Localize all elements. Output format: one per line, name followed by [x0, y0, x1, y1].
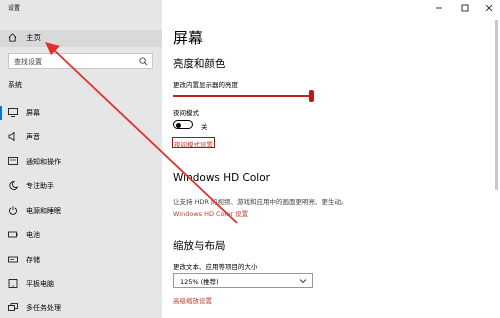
night-light-label: 夜间模式: [173, 109, 199, 117]
close-icon[interactable]: [481, 2, 497, 14]
tablet-icon: [8, 279, 18, 288]
sidebar-item-sound[interactable]: 声音: [0, 128, 162, 146]
sidebar-item-storage[interactable]: 存储: [0, 251, 162, 269]
sidebar-item-label: 专注助手: [26, 182, 54, 190]
brightness-heading: 亮度和颜色: [173, 58, 226, 70]
sidebar-item-home[interactable]: 主页: [0, 30, 162, 47]
sidebar-item-multitasking[interactable]: 多任务处理: [0, 299, 162, 317]
battery-icon: [8, 231, 18, 238]
sidebar-item-display[interactable]: 屏幕: [0, 104, 162, 122]
app-title: 设置: [8, 5, 21, 12]
chevron-down-icon: [299, 279, 307, 284]
brightness-slider-thumb[interactable]: [309, 90, 314, 102]
sidebar-item-power-sleep[interactable]: 电源和睡眠: [0, 202, 162, 220]
sidebar-item-label: 通知和操作: [26, 158, 61, 166]
storage-icon: [8, 256, 18, 263]
sidebar-item-focus-assist[interactable]: 专注助手: [0, 177, 162, 195]
night-light-toggle[interactable]: [173, 120, 193, 129]
toggle-knob: [176, 122, 181, 128]
scale-dropdown-value: 125% (推荐): [180, 278, 219, 286]
sidebar-item-label: 电池: [26, 231, 40, 239]
scale-label: 更改文本、应用等项目的大小: [173, 263, 258, 271]
scale-layout-heading: 缩放与布局: [173, 240, 226, 252]
hd-color-settings-link[interactable]: Windows HD Color 设置: [173, 208, 248, 218]
moon-icon: [9, 181, 18, 190]
sidebar-section-label: 系统: [8, 81, 22, 89]
maximize-icon[interactable]: [457, 2, 473, 14]
brightness-slider-track[interactable]: [173, 95, 313, 97]
multitask-icon: [8, 303, 18, 311]
power-icon: [9, 206, 17, 215]
search-icon: [139, 57, 148, 66]
sidebar-item-label: 电源和睡眠: [26, 207, 61, 215]
sidebar-item-label: 平板电脑: [26, 280, 54, 288]
sidebar-item-tablet[interactable]: 平板电脑: [0, 275, 162, 293]
night-light-state: 关: [201, 123, 208, 131]
search-input[interactable]: 查找设置: [8, 53, 153, 69]
scale-dropdown[interactable]: 125% (推荐): [173, 273, 313, 288]
search-placeholder: 查找设置: [14, 58, 42, 66]
home-icon: [8, 33, 17, 42]
monitor-icon: [8, 108, 18, 117]
page-title: 屏幕: [173, 29, 204, 47]
sidebar-item-label: 声音: [26, 133, 40, 141]
scrollbar[interactable]: [495, 20, 498, 190]
hd-color-heading: Windows HD Color: [173, 172, 270, 184]
sidebar: 设置 主页 查找设置 系统 屏幕 声音 通知和操作 专注助手 电源和睡眠 电池 …: [0, 0, 162, 318]
brightness-slider-label: 更改内置显示器的亮度: [173, 81, 238, 89]
advanced-scaling-link[interactable]: 高级缩放设置: [173, 295, 212, 305]
minimize-icon[interactable]: [431, 2, 447, 14]
annotation-highlight-box: [172, 137, 215, 148]
speaker-icon: [8, 132, 15, 141]
sidebar-item-label: 主页: [26, 33, 41, 42]
sidebar-item-battery[interactable]: 电池: [0, 226, 162, 244]
hd-color-description: 让支持 HDR 的视频、游戏和应用中的画面更明亮、更生动。: [173, 198, 348, 206]
notification-icon: [8, 157, 18, 165]
sidebar-item-label: 多任务处理: [26, 304, 61, 312]
sidebar-item-label: 屏幕: [26, 109, 40, 117]
sidebar-item-notifications[interactable]: 通知和操作: [0, 153, 162, 171]
sidebar-item-label: 存储: [26, 256, 40, 264]
